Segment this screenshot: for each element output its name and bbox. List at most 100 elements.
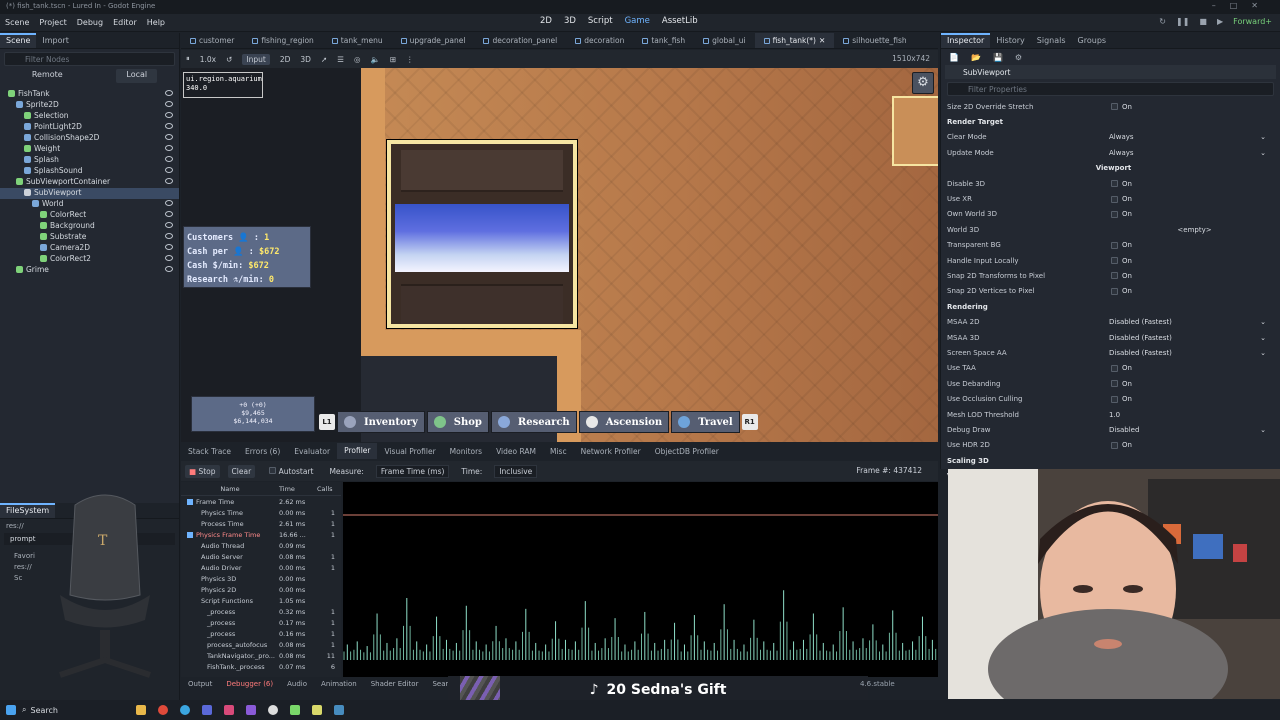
visibility-eye-icon[interactable] (165, 123, 173, 129)
ascension-button[interactable]: Ascension (578, 411, 670, 433)
profiler-row[interactable]: _process 0.17 ms 1 (181, 617, 341, 628)
renderer-select[interactable]: Forward+ (1233, 17, 1272, 26)
property-value[interactable]: Always ⌄ (1109, 149, 1280, 157)
profiler-row[interactable]: FishTank._process 0.07 ms 6 (181, 661, 341, 672)
bottom-panel-tab[interactable]: Audio (280, 680, 314, 688)
inventory-button[interactable]: Inventory (337, 411, 425, 433)
frame-value[interactable]: 437412 (893, 466, 922, 475)
profiler-row[interactable]: Frame Time 2.62 ms (181, 496, 341, 507)
scene-tab[interactable]: fishing_region (243, 36, 322, 45)
visibility-eye-icon[interactable] (165, 211, 173, 217)
taskbar-search[interactable]: Search (30, 706, 130, 715)
debugger-tab[interactable]: Video RAM (489, 447, 543, 456)
scene-tree-node[interactable]: PointLight2D (0, 122, 179, 133)
scene-tab[interactable]: upgrade_panel (392, 36, 475, 45)
shop-button[interactable]: Shop (426, 411, 489, 433)
scene-tab[interactable]: decoration (566, 36, 633, 45)
tab-import[interactable]: Import (36, 33, 75, 48)
settings-gear-icon[interactable]: ⚙ (912, 72, 934, 94)
debugger-tab[interactable]: Profiler (337, 443, 378, 459)
tab-history[interactable]: History (990, 33, 1030, 48)
app-icon[interactable] (290, 705, 301, 715)
close-icon[interactable]: ✕ (819, 36, 825, 45)
profiler-row[interactable]: Physics Frame Time 16.66 ... 1 (181, 529, 341, 540)
scene-tree-node[interactable]: Splash (0, 155, 179, 166)
scene-tree-node[interactable]: Grime (0, 265, 179, 276)
property-value[interactable]: On (1109, 180, 1280, 188)
profiler-row[interactable]: Audio Driver 0.00 ms 1 (181, 562, 341, 573)
stop-icon[interactable]: ■ (1199, 17, 1207, 26)
app-icon[interactable] (224, 705, 235, 715)
property-value[interactable]: On (1109, 287, 1280, 295)
travel-button[interactable]: Travel (671, 411, 740, 433)
profiler-row[interactable]: Physics Time 0.00 ms 1 (181, 507, 341, 518)
property-row[interactable]: Rendering (941, 299, 1280, 314)
visibility-eye-icon[interactable] (165, 112, 173, 118)
bottom-panel-tab[interactable]: Output (181, 680, 219, 688)
property-value[interactable]: <empty> (1109, 226, 1280, 234)
profiler-row[interactable]: Process Time 2.61 ms 1 (181, 518, 341, 529)
scene-tree-node[interactable]: CollisionShape2D (0, 133, 179, 144)
profiler-row[interactable]: _process 0.16 ms 1 (181, 628, 341, 639)
scene-tree-node[interactable]: SubViewportContainer (0, 177, 179, 188)
property-value[interactable]: On (1109, 210, 1280, 218)
visibility-eye-icon[interactable] (165, 222, 173, 228)
visibility-eye-icon[interactable] (165, 156, 173, 162)
property-value[interactable]: On (1109, 380, 1280, 388)
property-value[interactable]: On (1109, 241, 1280, 249)
camera-icon[interactable]: ◎ (354, 55, 361, 64)
debugger-tab[interactable]: Stack Trace (181, 447, 238, 456)
property-value[interactable]: On (1109, 441, 1280, 449)
embed-icon[interactable]: ⊞ (390, 55, 396, 64)
scene-tree-node[interactable]: Weight (0, 144, 179, 155)
tab-scene[interactable]: Scene (0, 33, 37, 48)
tab-inspector[interactable]: Inspector (941, 33, 991, 48)
workspace-script[interactable]: Script (588, 16, 613, 26)
scene-tree-node[interactable]: ColorRect2 (0, 254, 179, 265)
filter-properties-input[interactable]: Filter Properties (947, 82, 1274, 96)
visibility-eye-icon[interactable] (165, 101, 173, 107)
debugger-tab[interactable]: Evaluator (287, 447, 337, 456)
bottom-panel-tab[interactable]: Animation (314, 680, 364, 688)
property-value[interactable]: On (1109, 257, 1280, 265)
profiler-row[interactable]: Physics 3D 0.00 ms (181, 573, 341, 584)
menu-debug[interactable]: Debug (77, 18, 103, 27)
property-value[interactable]: 1.0 (1109, 411, 1280, 419)
time-select[interactable]: Inclusive (494, 464, 538, 478)
visibility-eye-icon[interactable] (165, 178, 173, 184)
menu-scene[interactable]: Scene (5, 18, 29, 27)
visibility-eye-icon[interactable] (165, 167, 173, 173)
godot-icon[interactable] (334, 705, 345, 715)
property-checkbox[interactable] (1111, 380, 1118, 388)
profiler-row[interactable]: Physics 2D 0.00 ms (181, 584, 341, 595)
profiler-row[interactable]: process_autofocus 0.08 ms 1 (181, 639, 341, 650)
profiler-row[interactable]: Audio Server 0.08 ms 1 (181, 551, 341, 562)
new-resource-icon[interactable]: 📄 (949, 53, 959, 62)
scene-tree-node[interactable]: Camera2D (0, 243, 179, 254)
telegram-icon[interactable] (180, 705, 191, 715)
clear-button[interactable]: Clear (227, 464, 256, 478)
workspace-assetlib[interactable]: AssetLib (662, 16, 698, 26)
zoom-level[interactable]: 1.0x (200, 55, 216, 64)
search-icon[interactable]: ⌕ (22, 705, 26, 715)
bottom-panel-tab[interactable]: Shader Editor (364, 680, 426, 688)
file-explorer-icon[interactable] (136, 705, 147, 715)
tab-groups[interactable]: Groups (1072, 33, 1113, 48)
property-value[interactable]: On (1109, 195, 1280, 203)
local-button[interactable]: Local (116, 69, 158, 83)
property-checkbox[interactable] (1111, 195, 1118, 203)
window-controls[interactable]: –□✕ (1212, 1, 1272, 10)
mode-2d-toggle[interactable]: 2D (280, 55, 291, 64)
scene-tree-node[interactable]: ColorRect (0, 210, 179, 221)
scene-tree-node[interactable]: Background (0, 221, 179, 232)
chrome-icon[interactable] (158, 705, 169, 715)
scene-tree-node[interactable]: SplashSound (0, 166, 179, 177)
visibility-eye-icon[interactable] (165, 244, 173, 250)
reset-icon[interactable]: ↺ (226, 55, 232, 64)
debugger-tab[interactable]: Visual Profiler (377, 447, 442, 456)
scene-tree-node[interactable]: Substrate (0, 232, 179, 243)
property-checkbox[interactable] (1111, 241, 1118, 249)
filter-nodes-input[interactable]: Filter Nodes (4, 52, 175, 66)
tab-signals[interactable]: Signals (1031, 33, 1072, 48)
property-value[interactable]: On (1109, 364, 1280, 372)
